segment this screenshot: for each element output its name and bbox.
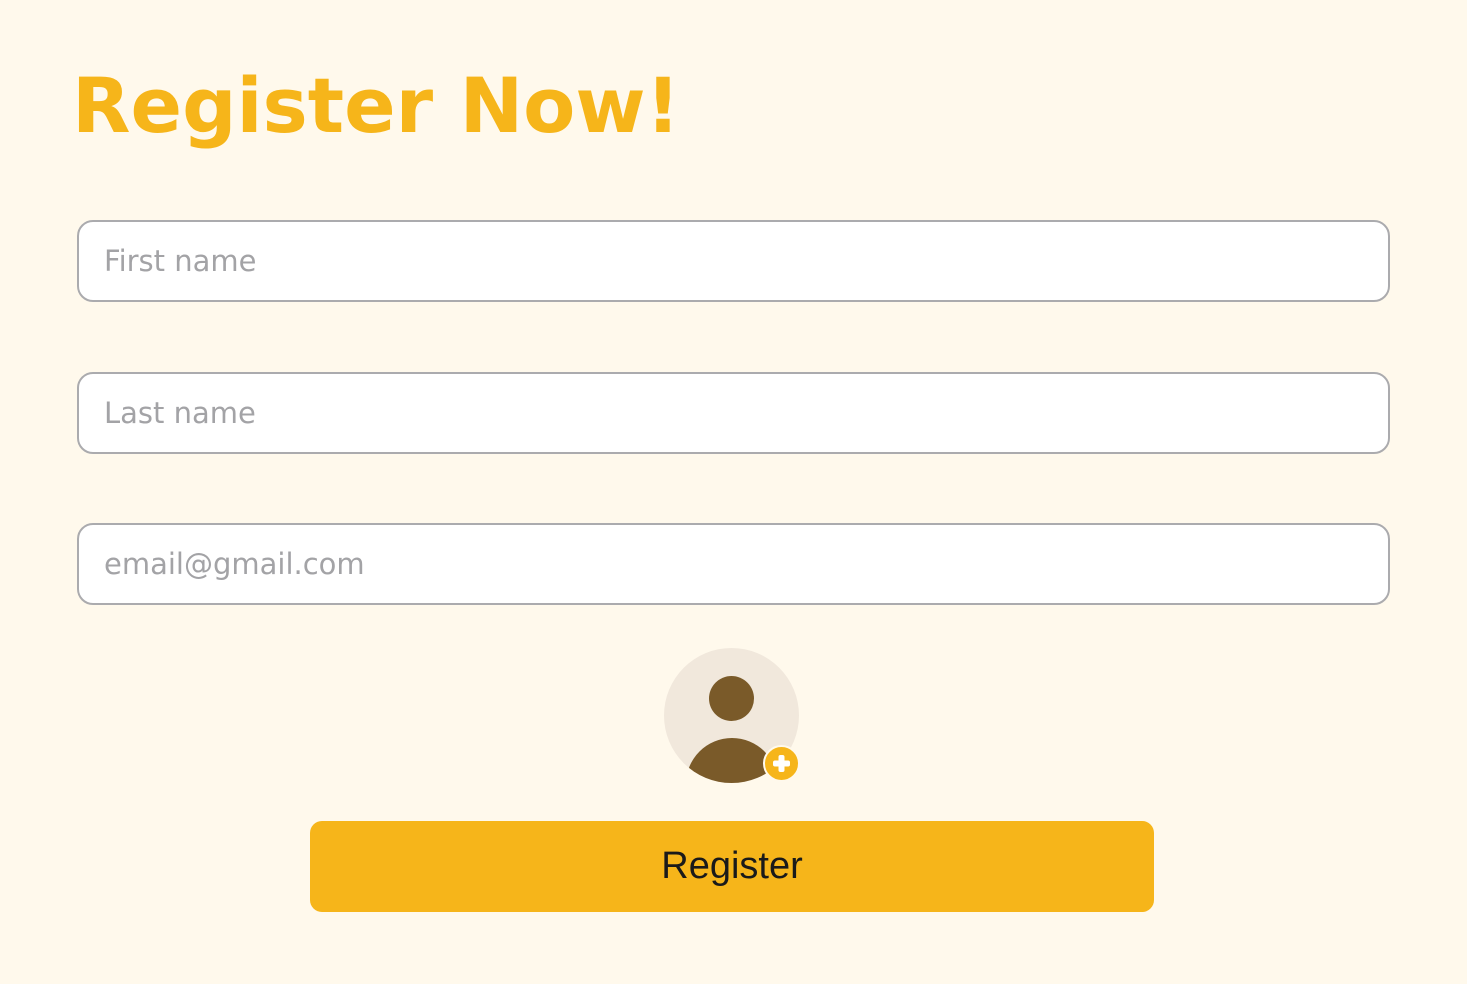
avatar-head	[709, 676, 754, 721]
page-title: Register Now!	[72, 61, 681, 150]
last-name-input[interactable]	[77, 372, 1390, 454]
plus-icon[interactable]	[763, 745, 800, 782]
avatar-upload[interactable]	[664, 648, 802, 786]
register-button[interactable]: Register	[310, 821, 1154, 912]
first-name-input[interactable]	[77, 220, 1390, 302]
email-input[interactable]	[77, 523, 1390, 605]
